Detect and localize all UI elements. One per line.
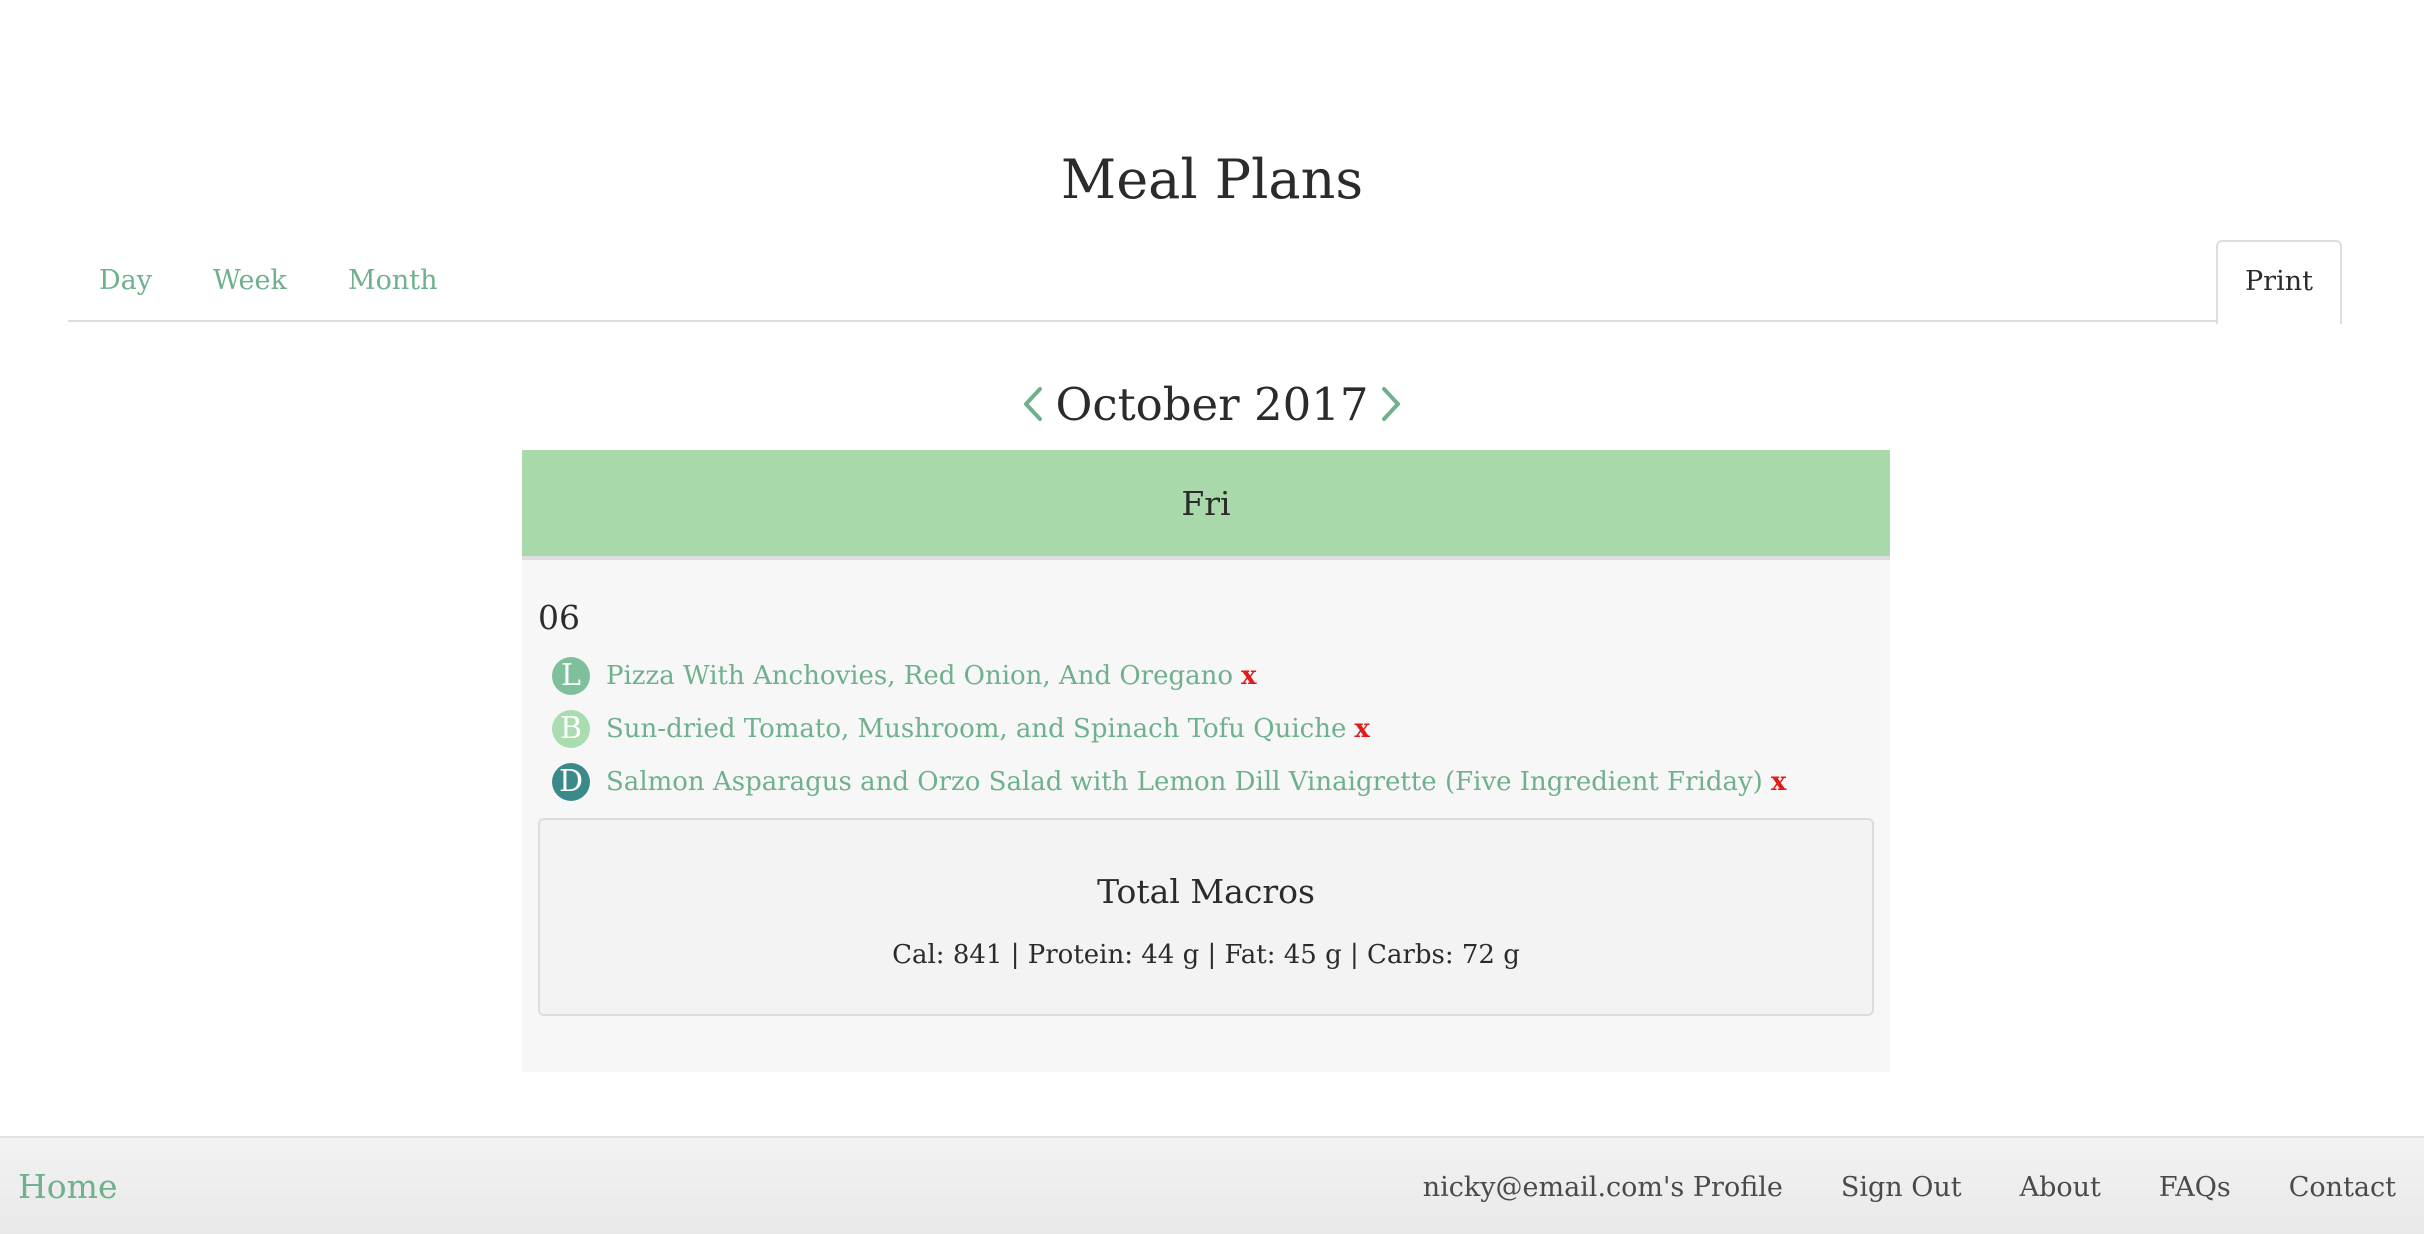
- meal-item-dinner: D Salmon Asparagus and Orzo Salad with L…: [552, 762, 1786, 802]
- meal-badge-lunch: L: [552, 657, 590, 695]
- meal-link-dinner[interactable]: Salmon Asparagus and Orzo Salad with Lem…: [606, 767, 1763, 797]
- meal-link-breakfast[interactable]: Sun-dried Tomato, Mushroom, and Spinach …: [606, 714, 1346, 744]
- meal-item-breakfast: B Sun-dried Tomato, Mushroom, and Spinac…: [552, 709, 1786, 749]
- chevron-right-icon[interactable]: [1379, 384, 1403, 424]
- footer: Home nicky@email.com's Profile Sign Out …: [0, 1136, 2424, 1234]
- tab-week[interactable]: Week: [213, 240, 287, 322]
- tab-print[interactable]: Print: [2216, 240, 2342, 324]
- calendar-day: Fri 06 L Pizza With Anchovies, Red Onion…: [522, 450, 1890, 1072]
- footer-contact-link[interactable]: Contact: [2289, 1172, 2396, 1203]
- chevron-left-icon[interactable]: [1021, 384, 1045, 424]
- total-macros-panel: Total Macros Cal: 841 | Protein: 44 g | …: [538, 818, 1874, 1016]
- footer-links: nicky@email.com's Profile Sign Out About…: [1365, 1138, 2396, 1234]
- footer-profile-link[interactable]: nicky@email.com's Profile: [1423, 1172, 1783, 1203]
- footer-home-link[interactable]: Home: [18, 1138, 117, 1234]
- meal-list: L Pizza With Anchovies, Red Onion, And O…: [552, 656, 1786, 815]
- remove-meal-breakfast-button[interactable]: x: [1354, 714, 1370, 744]
- day-number: 06: [538, 598, 580, 637]
- month-navigation: October 2017: [0, 372, 2424, 436]
- footer-faqs-link[interactable]: FAQs: [2159, 1172, 2231, 1203]
- macros-values: Cal: 841 | Protein: 44 g | Fat: 45 g | C…: [892, 940, 1520, 970]
- month-label: October 2017: [1055, 377, 1369, 431]
- remove-meal-dinner-button[interactable]: x: [1771, 767, 1787, 797]
- footer-about-link[interactable]: About: [2020, 1172, 2101, 1203]
- page-title: Meal Plans: [1060, 148, 1364, 211]
- tab-day[interactable]: Day: [99, 240, 152, 322]
- day-header: Fri: [522, 450, 1890, 560]
- meal-badge-breakfast: B: [552, 710, 590, 748]
- macros-title: Total Macros: [1097, 872, 1315, 911]
- page: Meal Plans Day Week Month Print October …: [0, 0, 2424, 1234]
- remove-meal-lunch-button[interactable]: x: [1241, 661, 1257, 691]
- meal-badge-dinner: D: [552, 763, 590, 801]
- meal-link-lunch[interactable]: Pizza With Anchovies, Red Onion, And Ore…: [606, 661, 1233, 691]
- view-tabs: Day Week Month Print: [68, 240, 2342, 324]
- meal-item-lunch: L Pizza With Anchovies, Red Onion, And O…: [552, 656, 1786, 696]
- tab-month[interactable]: Month: [348, 240, 438, 322]
- footer-sign-out-link[interactable]: Sign Out: [1841, 1172, 1962, 1203]
